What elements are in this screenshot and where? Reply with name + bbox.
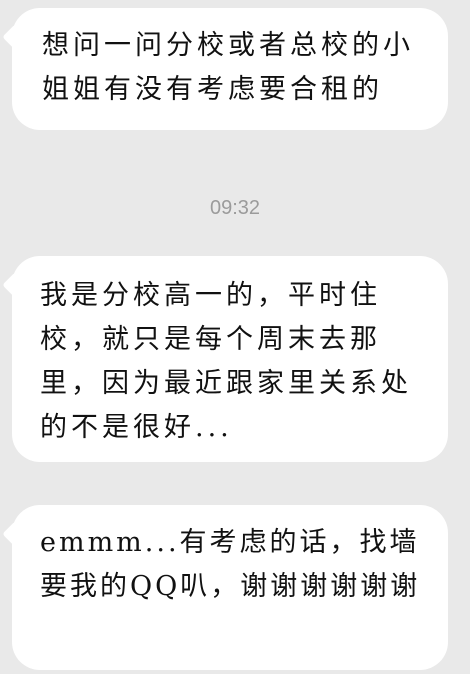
bubble-tail bbox=[2, 24, 28, 50]
message-text: 想问一问分校或者总校的小姐姐有没有考虑要合租的 bbox=[42, 30, 414, 105]
message-bubble[interactable]: emmm...有考虑的话，找墙要我的QQ叭，谢谢谢谢谢谢 bbox=[2, 505, 448, 670]
message-text: emmm...有考虑的话，找墙要我的QQ叭，谢谢谢谢谢谢 bbox=[40, 527, 421, 602]
message-text: 我是分校高一的，平时住校，就只是每个周末去那里，因为最近跟家里关系处的不是很好.… bbox=[40, 280, 412, 443]
message-timestamp: 09:32 bbox=[209, 197, 261, 219]
message-bubble[interactable]: 我是分校高一的，平时住校，就只是每个周末去那里，因为最近跟家里关系处的不是很好.… bbox=[2, 256, 448, 462]
message-bubble[interactable]: 想问一问分校或者总校的小姐姐有没有考虑要合租的 bbox=[2, 8, 448, 130]
chat-view: 想问一问分校或者总校的小姐姐有没有考虑要合租的 09:32 我是分校高一的，平时… bbox=[0, 0, 470, 674]
bubble-tail bbox=[2, 521, 28, 547]
bubble-tail bbox=[2, 272, 28, 298]
